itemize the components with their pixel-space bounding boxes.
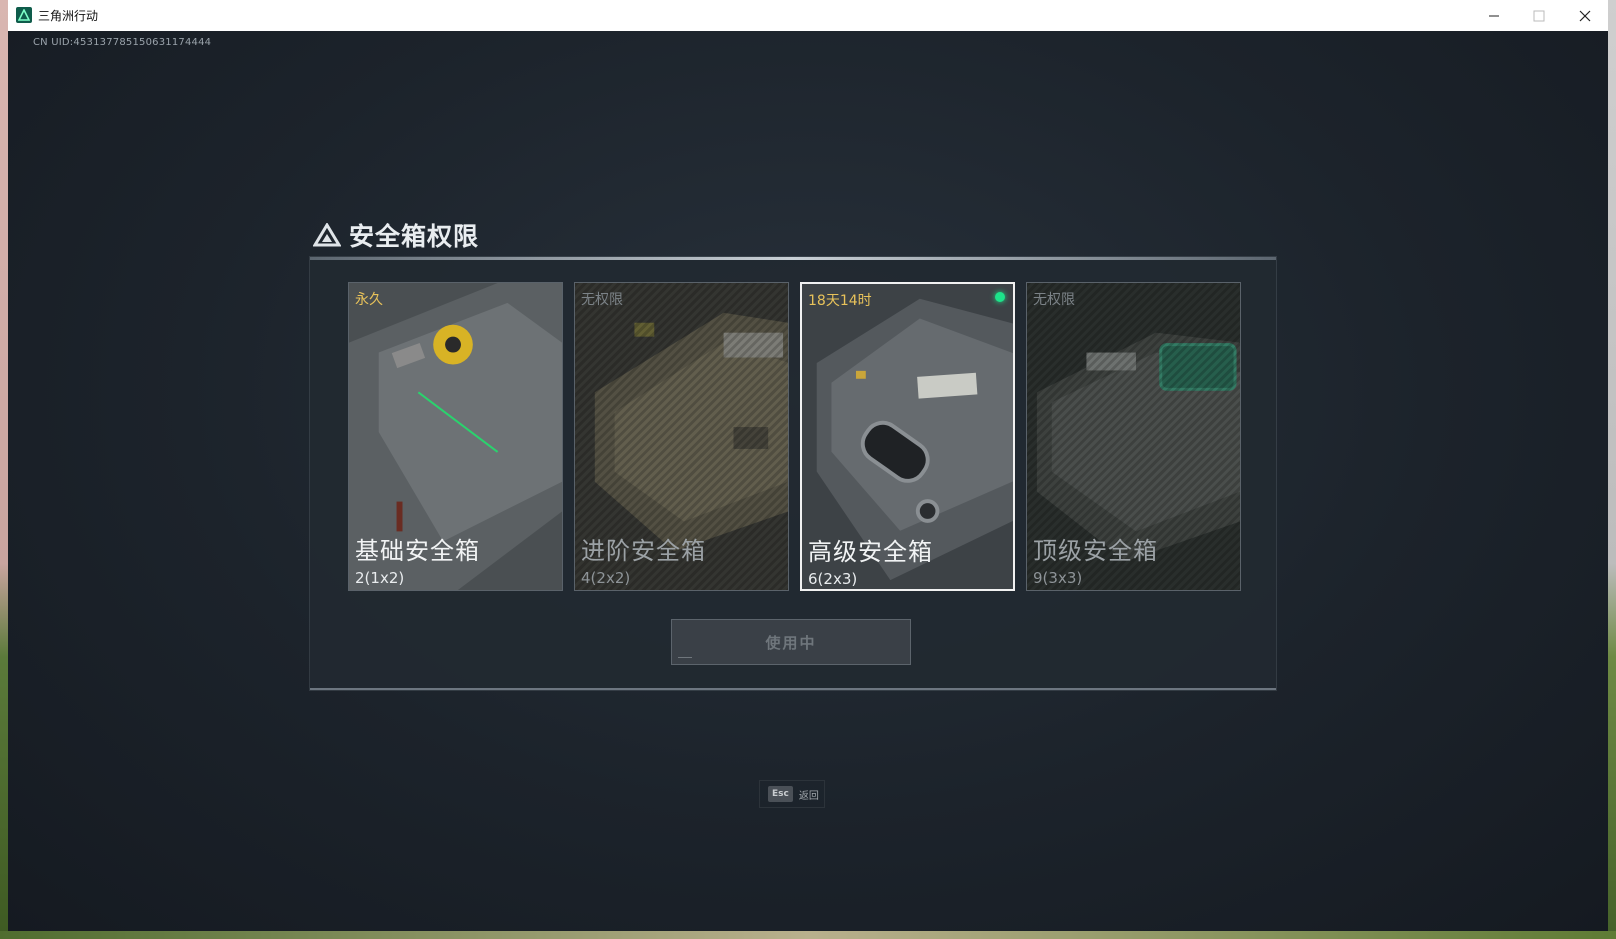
desktop-edge-right <box>1608 0 1616 939</box>
maximize-icon[interactable] <box>1516 0 1562 31</box>
desktop-edge-bottom <box>0 931 1616 939</box>
card-status: 18天14时 <box>808 293 872 309</box>
card-capacity: 2(1x2) <box>355 569 405 587</box>
back-label: 返回 <box>798 790 819 802</box>
minimize-icon[interactable] <box>1471 0 1517 31</box>
app-logo-icon <box>16 7 32 23</box>
card-status: 永久 <box>355 292 383 308</box>
card-name: 基础安全箱 <box>355 537 480 565</box>
back-button[interactable]: Esc 返回 <box>759 780 825 808</box>
active-indicator-icon <box>995 292 1005 302</box>
safebox-panel: 永久 基础安全箱 2(1x2) 无权限 进阶安全箱 4(2x2) 18天14时 … <box>310 257 1276 690</box>
in-use-button[interactable]: 使用中 <box>671 619 911 665</box>
card-capacity: 6(2x3) <box>808 570 858 588</box>
panel-header: 安全箱权限 <box>313 219 479 251</box>
card-capacity: 9(3x3) <box>1033 569 1083 587</box>
app-window: 三角洲行动 CN UID:453137785150631174444 安全箱权限 <box>8 0 1608 931</box>
panel-title: 安全箱权限 <box>349 222 480 251</box>
card-name: 高级安全箱 <box>808 538 933 566</box>
game-screen: CN UID:453137785150631174444 安全箱权限 永久 基础… <box>8 31 1608 931</box>
safebox-card-top[interactable]: 无权限 顶级安全箱 9(3x3) <box>1026 282 1241 591</box>
card-capacity: 4(2x2) <box>581 569 631 587</box>
card-status: 无权限 <box>581 292 623 308</box>
desktop-edge-left <box>0 0 8 939</box>
title-bar: 三角洲行动 <box>8 0 1608 32</box>
panel-top-border <box>310 257 1276 260</box>
player-uid: CN UID:453137785150631174444 <box>33 37 212 48</box>
window-title: 三角洲行动 <box>38 9 99 23</box>
safebox-card-advanced[interactable]: 无权限 进阶安全箱 4(2x2) <box>574 282 789 591</box>
safebox-card-premium[interactable]: 18天14时 高级安全箱 6(2x3) <box>800 282 1015 591</box>
delta-logo-icon <box>313 223 341 247</box>
close-icon[interactable] <box>1562 0 1608 31</box>
esc-key-icon: Esc <box>768 786 793 802</box>
card-name: 进阶安全箱 <box>581 537 706 565</box>
card-name: 顶级安全箱 <box>1033 537 1158 565</box>
safebox-card-basic[interactable]: 永久 基础安全箱 2(1x2) <box>348 282 563 591</box>
in-use-button-label: 使用中 <box>765 633 817 652</box>
card-status: 无权限 <box>1033 292 1075 308</box>
button-corner-mark <box>678 657 692 658</box>
